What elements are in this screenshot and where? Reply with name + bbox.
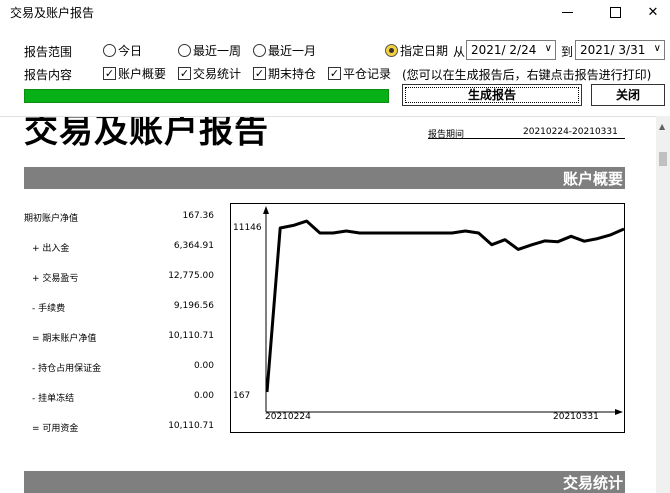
summary-value: 6,364.91 [173, 241, 214, 251]
checkbox-checked-icon: ✓ [328, 67, 341, 80]
from-date-value: 2021/ 2/24 [471, 43, 537, 57]
equity-line [265, 219, 625, 393]
checkbox-label: 期末持仓 [268, 67, 317, 81]
to-date-picker[interactable]: 2021/ 3/31 ∨ [575, 40, 665, 60]
radio-label: 最近一周 [193, 44, 242, 58]
window-title: 交易及账户报告 [10, 6, 95, 20]
radio-label: 今日 [118, 44, 143, 58]
print-hint: (您可以在生成报告后，右键点击报告进行打印) [402, 68, 652, 82]
to-label: 到 [561, 45, 574, 59]
x-end-label: 20210331 [553, 412, 599, 422]
scroll-thumb[interactable] [659, 152, 667, 166]
summary-value: 167.36 [182, 211, 215, 221]
progress-bar [24, 89, 389, 103]
from-label: 从 [453, 45, 466, 59]
y-axis-arrow [263, 206, 269, 214]
generate-report-button[interactable]: 生成报告 [402, 84, 582, 106]
summary-label: - 挂单冻结 [32, 394, 75, 404]
summary-value: 9,196.56 [173, 301, 214, 311]
checkbox-label: 账户概要 [118, 67, 167, 81]
check-trade-stats[interactable]: ✓ 交易统计 [178, 65, 241, 82]
chart-canvas: 11146 167 20210224 20210331 [233, 206, 625, 422]
summary-label: = 可用资金 [32, 424, 79, 434]
checkbox-label: 平仓记录 [343, 67, 392, 81]
maximize-icon [609, 6, 621, 18]
period-value: 20210224-20210331 [523, 127, 618, 137]
checkbox-checked-icon: ✓ [103, 67, 116, 80]
title-bar: 交易及账户报告 ✕ [0, 0, 670, 24]
summary-label: 期初账户净值 [24, 214, 79, 224]
radio-icon [103, 44, 116, 57]
radio-selected-icon [385, 44, 398, 57]
close-window-button[interactable]: ✕ [630, 0, 670, 24]
radio-icon [178, 44, 191, 57]
summary-value: 10,110.71 [168, 421, 214, 431]
section-header-stats: 交易统计 [24, 471, 625, 493]
minimize-icon [561, 12, 573, 13]
check-close-records[interactable]: ✓ 平仓记录 [328, 65, 391, 82]
check-ending-positions[interactable]: ✓ 期末持仓 [253, 65, 316, 82]
range-label: 报告范围 [24, 45, 73, 59]
section-header-account: 账户概要 [24, 167, 625, 189]
x-start-label: 20210224 [265, 412, 311, 422]
y-top-label: 11146 [233, 223, 262, 233]
summary-value: 12,775.00 [168, 271, 214, 281]
chevron-down-icon: ∨ [544, 43, 552, 54]
radio-label: 最近一月 [268, 44, 317, 58]
close-button[interactable]: 关闭 [591, 84, 665, 106]
content-label: 报告内容 [24, 68, 73, 82]
radio-last-week[interactable]: 最近一周 [178, 42, 241, 59]
summary-value: 0.00 [193, 361, 214, 371]
close-icon: ✕ [647, 4, 659, 20]
divider [428, 138, 625, 139]
y-bottom-label: 167 [233, 391, 250, 401]
from-date-picker[interactable]: 2021/ 2/24 ∨ [466, 40, 556, 60]
minimize-button[interactable] [544, 0, 590, 24]
checkbox-checked-icon: ✓ [253, 67, 266, 80]
check-account-summary[interactable]: ✓ 账户概要 [103, 65, 166, 82]
summary-label: + 交易盈亏 [32, 274, 79, 284]
radio-label: 指定日期 [400, 44, 449, 58]
to-date-value: 2021/ 3/31 [580, 43, 646, 57]
checkbox-checked-icon: ✓ [178, 67, 191, 80]
summary-label: - 持仓占用保证金 [32, 364, 102, 374]
radio-last-month[interactable]: 最近一月 [253, 42, 316, 59]
summary-label: - 手续费 [32, 304, 66, 314]
radio-icon [253, 44, 266, 57]
radio-today[interactable]: 今日 [103, 42, 142, 59]
report-title: 交易及账户报告 [24, 116, 269, 151]
x-axis-arrow [615, 409, 623, 415]
chevron-down-icon: ∨ [653, 43, 661, 54]
scroll-up-icon[interactable]: ▲ [659, 122, 665, 131]
summary-label: + 出入金 [32, 244, 70, 254]
section-title: 账户概要 [562, 170, 623, 188]
checkbox-label: 交易统计 [193, 67, 242, 81]
equity-chart: 11146 167 20210224 20210331 [230, 203, 625, 433]
section-title: 交易统计 [562, 474, 623, 492]
report-view[interactable]: 交易及账户报告 报告期间 20210224-20210331 账户概要 期初账户… [0, 116, 656, 493]
report-scrollbar[interactable]: ▲ [656, 116, 670, 493]
summary-value: 0.00 [193, 391, 214, 401]
summary-value: 10,110.71 [168, 331, 214, 341]
summary-label: = 期末账户净值 [32, 334, 97, 344]
radio-custom-date[interactable]: 指定日期 [385, 42, 448, 59]
